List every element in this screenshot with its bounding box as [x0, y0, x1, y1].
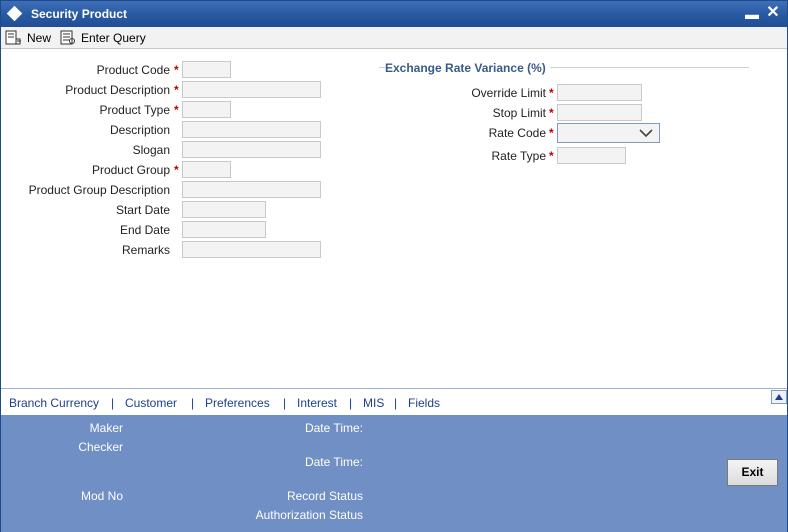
checker-label: Checker [78, 440, 123, 454]
rate-code-select[interactable] [557, 123, 660, 143]
enter-query-label: Enter Query [81, 31, 146, 45]
product-code-input[interactable] [182, 61, 231, 78]
required-marker: * [549, 149, 554, 163]
rate-code-label: Rate Code [488, 126, 546, 140]
product-group-description-label: Product Group Description [28, 183, 170, 197]
title-bar: Security Product ▬ ✕ [1, 1, 787, 27]
product-group-input[interactable] [182, 161, 231, 178]
description-input[interactable] [182, 121, 321, 138]
rate-type-label: Rate Type [491, 149, 546, 163]
remarks-label: Remarks [121, 243, 170, 257]
scroll-up-button[interactable] [771, 390, 787, 404]
exchange-rate-section-title: Exchange Rate Variance (%) [385, 61, 550, 75]
end-date-input[interactable] [182, 221, 266, 238]
required-marker: * [549, 106, 554, 120]
required-marker: * [549, 126, 554, 140]
maker-date-time-label: Date Time: [304, 421, 363, 435]
maker-label: Maker [89, 421, 123, 435]
new-document-icon [5, 30, 21, 45]
close-icon[interactable]: ✕ [765, 4, 781, 22]
start-date-label: Start Date [115, 203, 170, 217]
exit-button[interactable]: Exit [727, 459, 778, 486]
tab-separator: | [394, 396, 398, 410]
stop-limit-input[interactable] [557, 104, 642, 121]
tab-mis[interactable]: MIS [363, 396, 384, 410]
chevron-down-icon [639, 129, 653, 138]
window-diamond-icon [6, 5, 23, 22]
product-description-label: Product Description [65, 83, 170, 97]
override-limit-label: Override Limit [471, 86, 546, 100]
checker-date-time-label: Date Time: [304, 455, 363, 469]
required-marker: * [174, 103, 179, 117]
security-product-window: Security Product ▬ ✕ New Enter Query Pro… [0, 0, 788, 532]
authorization-status-label: Authorization Status [255, 508, 363, 522]
tab-branch-currency[interactable]: Branch Currency [9, 396, 99, 410]
start-date-input[interactable] [182, 201, 266, 218]
required-marker: * [174, 63, 179, 77]
product-type-input[interactable] [182, 101, 231, 118]
tab-separator: | [349, 396, 353, 410]
required-marker: * [174, 163, 179, 177]
tab-customer[interactable]: Customer [125, 396, 177, 410]
new-button[interactable]: New [5, 29, 51, 47]
subsystem-tab-bar: Branch Currency | Customer | Preferences… [1, 388, 787, 415]
product-code-label: Product Code [96, 63, 170, 77]
description-label: Description [109, 123, 170, 137]
slogan-label: Slogan [132, 143, 170, 157]
product-group-label: Product Group [91, 163, 170, 177]
window-title: Security Product [31, 7, 128, 21]
enter-query-button[interactable]: Enter Query [59, 29, 146, 47]
override-limit-input[interactable] [557, 84, 642, 101]
tab-preferences[interactable]: Preferences [205, 396, 270, 410]
minimize-icon[interactable]: ▬ [745, 7, 759, 21]
enter-query-icon [60, 30, 75, 45]
tab-fields[interactable]: Fields [408, 396, 440, 410]
record-status-label: Record Status [286, 489, 363, 503]
product-description-input[interactable] [182, 81, 321, 98]
audit-footer: Maker Checker Date Time: Date Time: Mod … [1, 415, 787, 532]
tab-separator: | [191, 396, 195, 410]
new-label: New [27, 31, 52, 45]
stop-limit-label: Stop Limit [492, 106, 546, 120]
tab-interest[interactable]: Interest [297, 396, 337, 410]
required-marker: * [549, 86, 554, 100]
triangle-up-icon [775, 394, 783, 400]
rate-type-input[interactable] [557, 147, 626, 164]
mod-no-label: Mod No [80, 489, 123, 503]
product-group-description-input[interactable] [182, 181, 321, 198]
remarks-input[interactable] [182, 241, 321, 258]
toolbar: New Enter Query [1, 27, 787, 49]
slogan-input[interactable] [182, 141, 321, 158]
product-type-label: Product Type [99, 103, 171, 117]
end-date-label: End Date [119, 223, 170, 237]
tab-separator: | [111, 396, 115, 410]
tab-separator: | [283, 396, 287, 410]
required-marker: * [174, 83, 179, 97]
